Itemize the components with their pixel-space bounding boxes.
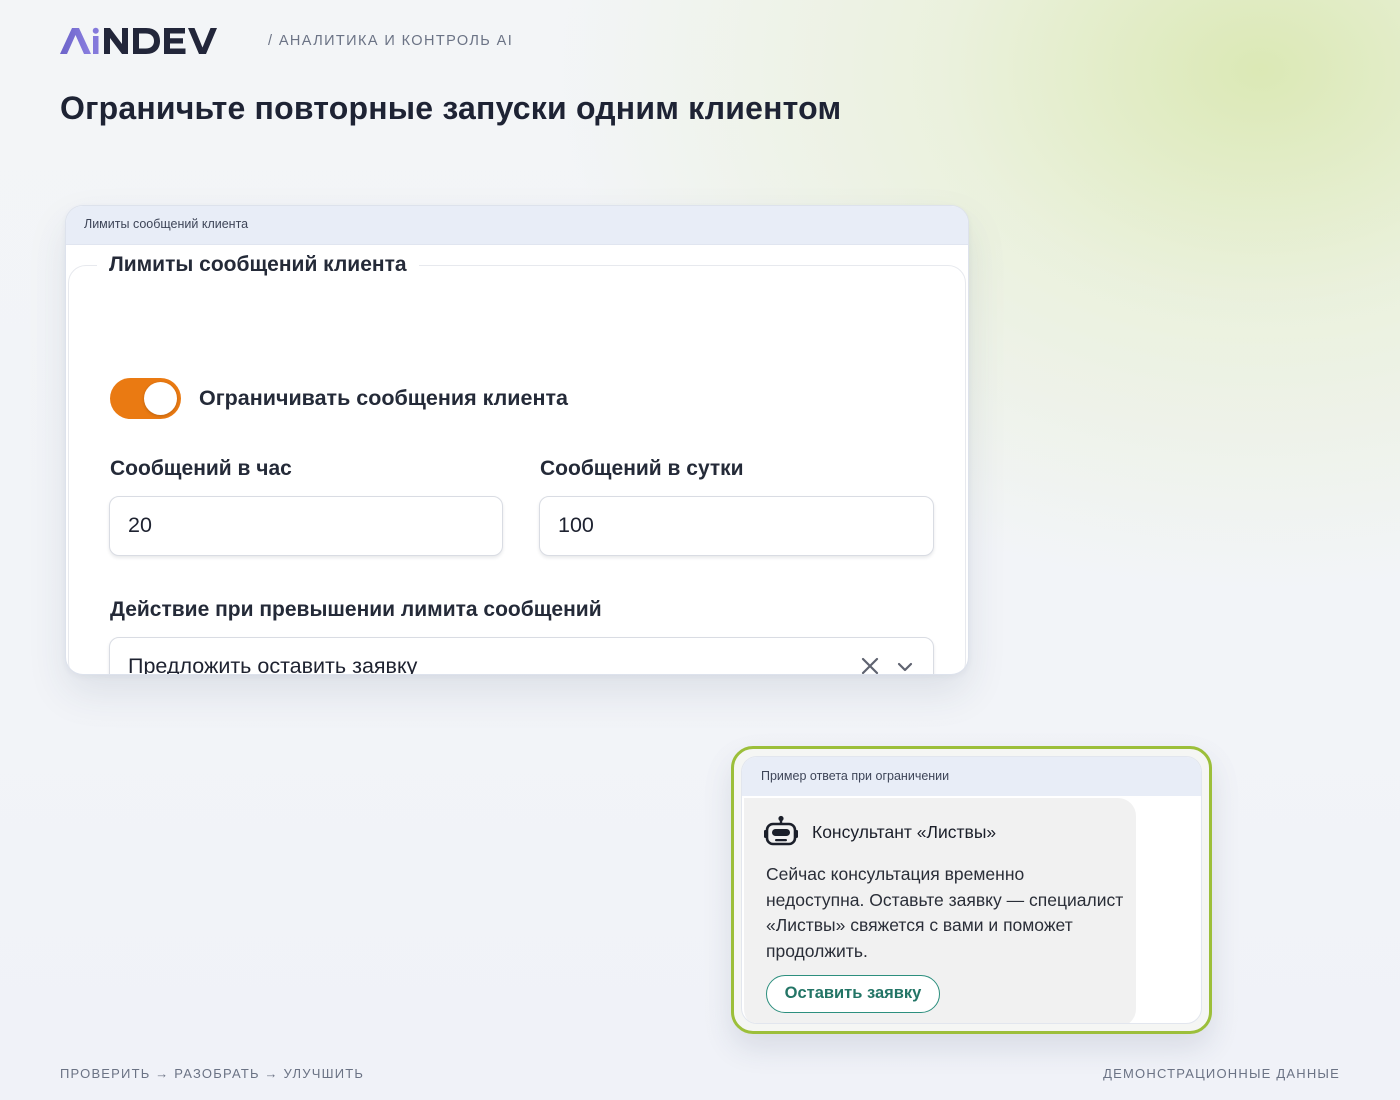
bot-message-text: Сейчас консультация временно недоступна.…: [766, 864, 1124, 961]
limit-action-value: Предложить оставить заявку: [128, 654, 418, 675]
per-hour-input[interactable]: 20: [109, 496, 503, 556]
limit-messages-toggle-label: Ограничивать сообщения клиента: [199, 386, 568, 410]
close-icon[interactable]: [859, 655, 881, 675]
aindev-logo: [60, 27, 217, 54]
per-day-input[interactable]: 100: [539, 496, 934, 556]
window-title: Лимиты сообщений клиента: [66, 206, 968, 245]
footer-steps: ПРОВЕРИТЬ → РАЗОБРАТЬ → УЛУЧШИТЬ: [60, 1066, 365, 1081]
limit-response-preview: Пример ответа при ограничении Консультан…: [731, 746, 1212, 1034]
page-title: Ограничьте повторные запуски одним клиен…: [60, 90, 842, 126]
bot-message-bubble: Консультант «Листвы» Сейчас консультация…: [744, 798, 1136, 1023]
toggle-knob: [144, 382, 177, 415]
per-day-label: Сообщений в сутки: [540, 457, 744, 480]
robot-icon: [764, 815, 798, 846]
footer-demo-note: ДЕМОНСТРАЦИОННЫЕ ДАННЫЕ: [1103, 1066, 1340, 1081]
leave-request-button[interactable]: Оставить заявку: [766, 975, 940, 1013]
message-limits-section: Лимиты сообщений клиента Ограничивать со…: [68, 253, 966, 675]
preview-window-title: Пример ответа при ограничении: [742, 757, 1201, 796]
bot-name: Консультант «Листвы»: [812, 822, 997, 842]
per-hour-label: Сообщений в час: [110, 457, 292, 480]
limit-action-select[interactable]: Предложить оставить заявку: [109, 637, 934, 675]
section-title: Лимиты сообщений клиента: [97, 253, 419, 277]
chevron-down-icon[interactable]: [895, 657, 915, 675]
limit-messages-toggle[interactable]: [110, 378, 181, 419]
limit-action-label: Действие при превышении лимита сообщений: [110, 598, 602, 621]
preview-window: Пример ответа при ограничении Консультан…: [741, 756, 1202, 1024]
breadcrumb: / АНАЛИТИКА И КОНТРОЛЬ AI: [268, 33, 514, 49]
message-limits-window: Лимиты сообщений клиента Лимиты сообщени…: [65, 205, 969, 675]
